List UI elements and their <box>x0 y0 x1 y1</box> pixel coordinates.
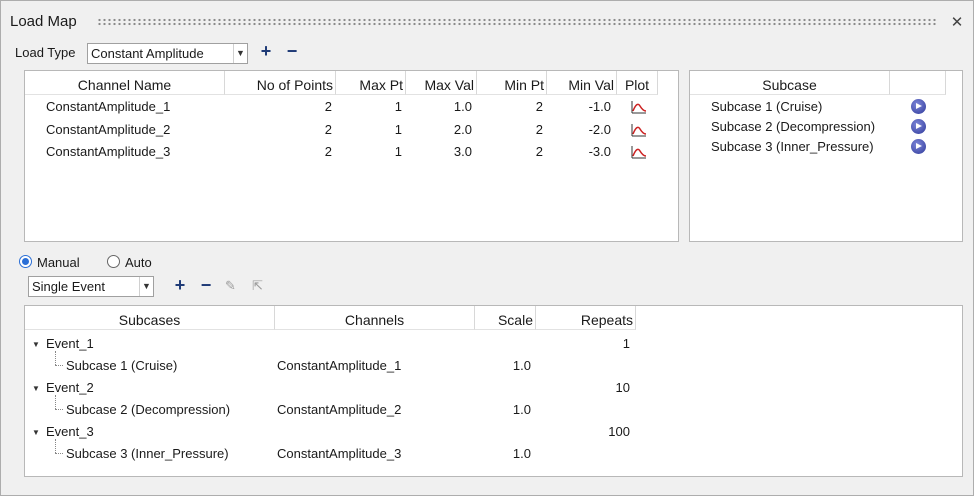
curve-plot-icon[interactable] <box>631 145 647 159</box>
header-plot[interactable]: Plot <box>617 71 658 95</box>
remove-load-button[interactable]: − <box>283 42 301 61</box>
min-val-cell: -3.0 <box>588 144 611 159</box>
header-action <box>890 71 946 95</box>
load-type-label: Load Type <box>15 45 76 60</box>
chevron-down-icon: ▼ <box>139 277 153 296</box>
events-table: Subcases Channels Scale Repeats ▼ Event_… <box>24 305 963 477</box>
max-val-cell: 2.0 <box>453 122 472 137</box>
event-channel-cell[interactable]: ConstantAmplitude_1 <box>277 358 401 373</box>
header-max-pt[interactable]: Max Pt <box>336 71 406 95</box>
max-val-cell: 3.0 <box>453 144 472 159</box>
chevron-down-icon: ▼ <box>233 44 247 63</box>
min-val-cell: -1.0 <box>588 99 611 114</box>
event-channel-cell[interactable]: ConstantAmplitude_2 <box>277 402 401 417</box>
min-val-cell: -2.0 <box>588 122 611 137</box>
event-row[interactable]: Event_2 <box>46 380 94 395</box>
subcase-row[interactable]: Subcase 1 (Cruise) <box>711 99 822 114</box>
subcase-table: Subcase Subcase 1 (Cruise) Subcase 2 (De… <box>689 70 963 242</box>
event-subcase-cell[interactable]: Subcase 2 (Decompression) <box>66 402 230 417</box>
header-no-of-points[interactable]: No of Points <box>225 71 336 95</box>
repeats-cell: 10 <box>615 380 630 395</box>
min-pt-cell: 2 <box>535 99 543 114</box>
edit-icon[interactable]: ✎ <box>225 279 239 293</box>
tree-connector <box>55 395 56 409</box>
header-scale[interactable]: Scale <box>475 306 536 330</box>
channel-name-cell[interactable]: ConstantAmplitude_1 <box>46 99 170 114</box>
scale-cell[interactable]: 1.0 <box>475 358 531 373</box>
event-channel-cell[interactable]: ConstantAmplitude_3 <box>277 446 401 461</box>
header-channels[interactable]: Channels <box>275 306 475 330</box>
close-icon[interactable]: ✕ <box>949 15 965 31</box>
min-pt-cell: 2 <box>535 122 543 137</box>
event-subcase-cell[interactable]: Subcase 3 (Inner_Pressure) <box>66 446 229 461</box>
tree-connector <box>55 439 56 453</box>
event-row[interactable]: Event_1 <box>46 336 94 351</box>
expand-arrow-icon[interactable]: ▼ <box>32 340 40 349</box>
subcase-row[interactable]: Subcase 2 (Decompression) <box>711 119 875 134</box>
play-icon[interactable] <box>911 119 926 134</box>
add-event-button[interactable]: + <box>171 276 189 295</box>
curve-plot-icon[interactable] <box>631 100 647 114</box>
points-cell: 2 <box>324 144 332 159</box>
event-subcase-cell[interactable]: Subcase 1 (Cruise) <box>66 358 177 373</box>
add-load-button[interactable]: + <box>257 42 275 61</box>
channel-name-cell[interactable]: ConstantAmplitude_2 <box>46 122 170 137</box>
play-icon[interactable] <box>911 99 926 114</box>
max-pt-cell: 1 <box>394 144 402 159</box>
load-type-dropdown[interactable]: Constant Amplitude ▼ <box>87 43 248 64</box>
load-map-window: Load Map ✕ Load Type Constant Amplitude … <box>0 0 974 496</box>
event-type-dropdown[interactable]: Single Event ▼ <box>28 276 154 297</box>
header-max-val[interactable]: Max Val <box>406 71 477 95</box>
header-channel-name[interactable]: Channel Name <box>25 71 225 95</box>
load-type-value: Constant Amplitude <box>91 46 204 61</box>
remove-event-button[interactable]: − <box>197 276 215 295</box>
max-pt-cell: 1 <box>394 99 402 114</box>
repeats-cell: 1 <box>622 336 630 351</box>
header-min-val[interactable]: Min Val <box>547 71 617 95</box>
export-icon[interactable]: ⇱ <box>252 279 266 293</box>
manual-label[interactable]: Manual <box>37 255 80 270</box>
curve-plot-icon[interactable] <box>631 123 647 137</box>
header-repeats[interactable]: Repeats <box>536 306 636 330</box>
tree-connector <box>55 453 63 454</box>
scale-cell[interactable]: 1.0 <box>475 402 531 417</box>
scale-cell[interactable]: 1.0 <box>475 446 531 461</box>
points-cell: 2 <box>324 99 332 114</box>
title-bar[interactable]: Load Map ✕ <box>1 1 973 41</box>
window-title: Load Map <box>10 13 77 30</box>
expand-arrow-icon[interactable]: ▼ <box>32 384 40 393</box>
auto-label[interactable]: Auto <box>125 255 152 270</box>
header-subcase[interactable]: Subcase <box>690 71 890 95</box>
max-pt-cell: 1 <box>394 122 402 137</box>
auto-radio[interactable] <box>107 255 120 268</box>
repeats-cell: 100 <box>608 424 630 439</box>
drag-grip[interactable] <box>97 18 937 26</box>
expand-arrow-icon[interactable]: ▼ <box>32 428 40 437</box>
manual-radio[interactable] <box>19 255 32 268</box>
event-row[interactable]: Event_3 <box>46 424 94 439</box>
play-icon[interactable] <box>911 139 926 154</box>
channels-table: Channel Name No of Points Max Pt Max Val… <box>24 70 679 242</box>
max-val-cell: 1.0 <box>453 99 472 114</box>
channel-name-cell[interactable]: ConstantAmplitude_3 <box>46 144 170 159</box>
tree-connector <box>55 365 63 366</box>
header-min-pt[interactable]: Min Pt <box>477 71 547 95</box>
tree-connector <box>55 409 63 410</box>
subcase-row[interactable]: Subcase 3 (Inner_Pressure) <box>711 139 874 154</box>
min-pt-cell: 2 <box>535 144 543 159</box>
points-cell: 2 <box>324 122 332 137</box>
event-type-value: Single Event <box>32 279 105 294</box>
tree-connector <box>55 351 56 365</box>
header-subcases[interactable]: Subcases <box>25 306 275 330</box>
